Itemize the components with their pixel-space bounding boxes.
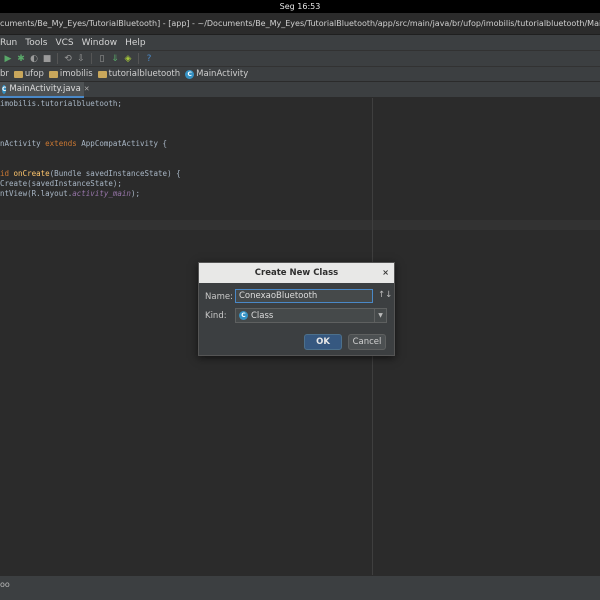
status-bar: oo [0, 575, 600, 600]
toolbar-separator [57, 53, 58, 64]
toolbar: ▶ ✱ ◐ ■ ⟲ ⇩ ▯ ⇓ ◈ ? [0, 50, 600, 66]
menu-item-run[interactable]: Run [0, 38, 21, 48]
class-name-input[interactable]: ConexaoBluetooth [235, 289, 373, 303]
help-icon[interactable]: ? [143, 53, 155, 65]
kind-selected-value: Class [251, 310, 274, 321]
gradle-sync-icon[interactable]: ⇩ [75, 53, 87, 65]
code-text: ); [130, 189, 140, 198]
tab-label: MainActivity.java [9, 84, 81, 94]
breadcrumb-item-tutorialbluetooth[interactable]: tutorialbluetooth [97, 69, 181, 79]
code-line-setcontentview: ntView(R.layout.activity_main); [0, 189, 140, 198]
menu-item-window[interactable]: Window [78, 38, 122, 48]
class-icon: C [185, 69, 195, 79]
dialog-title: Create New Class [254, 268, 339, 278]
toolbar-separator [91, 53, 92, 64]
breadcrumb-item-br[interactable]: br [0, 69, 9, 79]
editor-tab-bar: C MainActivity.java ✕ [0, 82, 600, 98]
class-icon: C [239, 311, 248, 320]
avd-manager-icon[interactable]: ▯ [96, 53, 108, 65]
breadcrumb-label: br [0, 69, 9, 79]
window-title: cuments/Be_My_Eyes/TutorialBluetooth] - … [0, 19, 600, 28]
status-text: oo [0, 580, 10, 589]
coverage-icon[interactable]: ◐ [28, 53, 40, 65]
menu-item-help[interactable]: Help [121, 38, 150, 48]
dialog-title-bar: Create New Class × [199, 263, 394, 283]
breadcrumb-label: tutorialbluetooth [108, 69, 181, 79]
caret-line-highlight [0, 220, 600, 230]
run-icon[interactable]: ▶ [2, 53, 14, 65]
ok-button[interactable]: OK [304, 334, 342, 350]
debug-icon[interactable]: ✱ [15, 53, 27, 65]
name-label: Name: [205, 292, 233, 302]
code-text: (Bundle savedInstanceState) { [49, 169, 181, 178]
create-new-class-dialog: Create New Class × Name: ConexaoBluetoot… [198, 262, 395, 356]
system-clock[interactable]: Seg 16:53 [280, 2, 321, 11]
cancel-button[interactable]: Cancel [348, 334, 386, 350]
sdk-manager-icon[interactable]: ⇓ [109, 53, 121, 65]
menu-item-tools[interactable]: Tools [21, 38, 51, 48]
tab-mainactivity-java[interactable]: C MainActivity.java ✕ [0, 82, 90, 98]
chevron-down-icon[interactable]: ▼ [374, 309, 386, 322]
code-keyword: id [0, 169, 14, 178]
code-keyword: extends [45, 139, 77, 148]
kind-dropdown[interactable]: C Class ▼ [235, 308, 387, 323]
code-text: ntView(R.layout. [0, 189, 73, 198]
code-text: nActivity [0, 139, 46, 148]
menu-item-vcs[interactable]: VCS [51, 38, 77, 48]
folder-icon [13, 70, 23, 78]
menu-bar: Run Tools VCS Window Help [0, 35, 600, 50]
code-line-package: imobilis.tutorialbluetooth; [0, 99, 122, 108]
code-field: activity_main [72, 189, 131, 198]
code-text: Create(savedInstanceState); [0, 179, 122, 188]
breadcrumb-label: MainActivity [196, 69, 249, 79]
code-line-super-oncreate: Create(savedInstanceState); [0, 179, 122, 188]
sort-icon[interactable]: ↑↓ [378, 290, 392, 300]
code-text: imobilis.tutorialbluetooth; [0, 99, 122, 108]
stop-icon[interactable]: ■ [41, 53, 53, 65]
folder-icon [48, 70, 58, 78]
system-top-bar: Seg 16:53 [0, 0, 600, 13]
close-icon[interactable]: × [382, 263, 389, 283]
class-icon: C [2, 84, 7, 94]
toolbar-separator [138, 53, 139, 64]
breadcrumb-item-mainactivity[interactable]: C MainActivity [185, 69, 248, 79]
breadcrumb-item-imobilis[interactable]: imobilis [48, 69, 93, 79]
code-line-class-decl: nActivity extends AppCompatActivity { [0, 139, 167, 148]
code-text: AppCompatActivity { [76, 139, 168, 148]
close-icon[interactable]: ✕ [84, 85, 90, 93]
code-method: onCreate [13, 169, 50, 178]
android-icon[interactable]: ◈ [122, 53, 134, 65]
breadcrumb-label: ufop [24, 69, 44, 79]
window-title-bar: cuments/Be_My_Eyes/TutorialBluetooth] - … [0, 13, 600, 35]
breadcrumb-label: imobilis [59, 69, 93, 79]
breadcrumb-item-ufop[interactable]: ufop [13, 69, 44, 79]
folder-icon [97, 70, 107, 78]
code-line-oncreate: id onCreate(Bundle savedInstanceState) { [0, 169, 181, 178]
breadcrumb: br ufop imobilis tutorialbluetooth C Mai… [0, 66, 600, 82]
kind-label: Kind: [205, 311, 227, 321]
attach-icon[interactable]: ⟲ [62, 53, 74, 65]
